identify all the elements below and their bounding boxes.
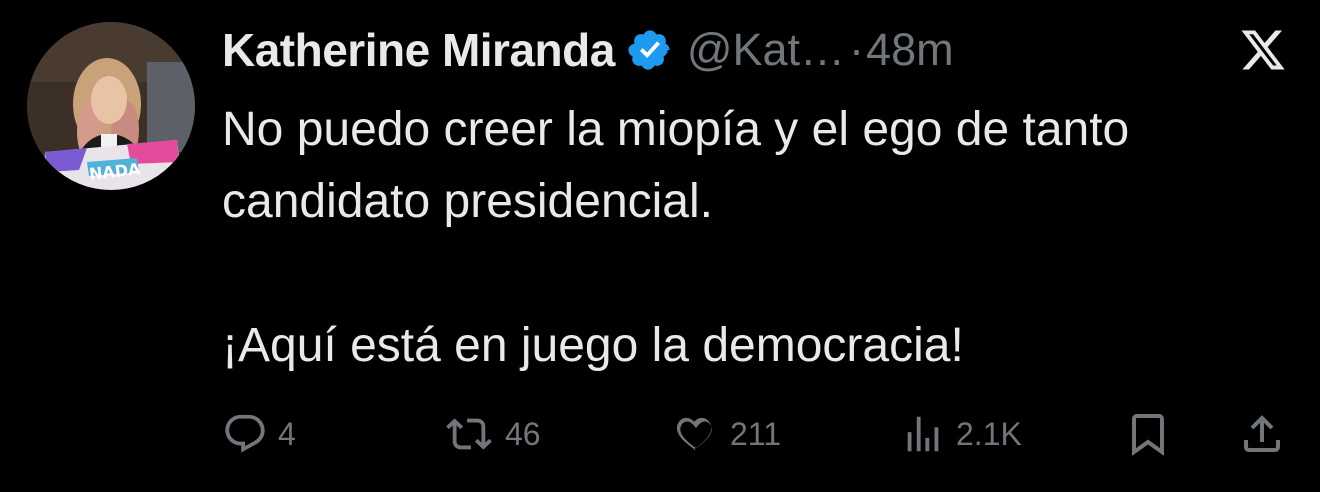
author-name[interactable]: Katherine Miranda [222, 23, 615, 77]
repost-button[interactable]: 46 [443, 404, 541, 464]
reply-icon [222, 411, 268, 457]
reply-count: 4 [278, 415, 296, 452]
like-button[interactable]: 211 [672, 404, 781, 464]
tweet-card[interactable]: NADA Katherine Miranda @Kat… · 48m No pu… [0, 0, 1320, 492]
share-button[interactable] [1238, 404, 1286, 464]
repost-count: 46 [505, 415, 541, 452]
bookmark-button[interactable] [1124, 404, 1172, 464]
share-icon [1238, 410, 1286, 458]
tweet-header: Katherine Miranda @Kat… · 48m [222, 20, 954, 80]
views-count: 2.1K [956, 415, 1022, 452]
tweet-text: No puedo creer la miopía y el ego de tan… [222, 103, 1130, 372]
repost-icon [443, 411, 495, 457]
separator-dot: · [849, 24, 865, 75]
views-icon [900, 411, 946, 457]
author-handle[interactable]: @Kat… [687, 24, 845, 76]
bookmark-icon [1124, 410, 1172, 458]
reply-button[interactable]: 4 [222, 404, 296, 464]
like-count: 211 [730, 415, 782, 452]
heart-icon [672, 411, 720, 457]
views-button[interactable]: 2.1K [900, 404, 1022, 464]
verified-badge-icon [627, 27, 673, 73]
x-logo-icon [1238, 26, 1288, 74]
action-bar: 4 46 211 2.1K [0, 404, 1320, 464]
avatar[interactable]: NADA [27, 22, 195, 190]
tweet-timestamp[interactable]: 48m [866, 24, 954, 76]
